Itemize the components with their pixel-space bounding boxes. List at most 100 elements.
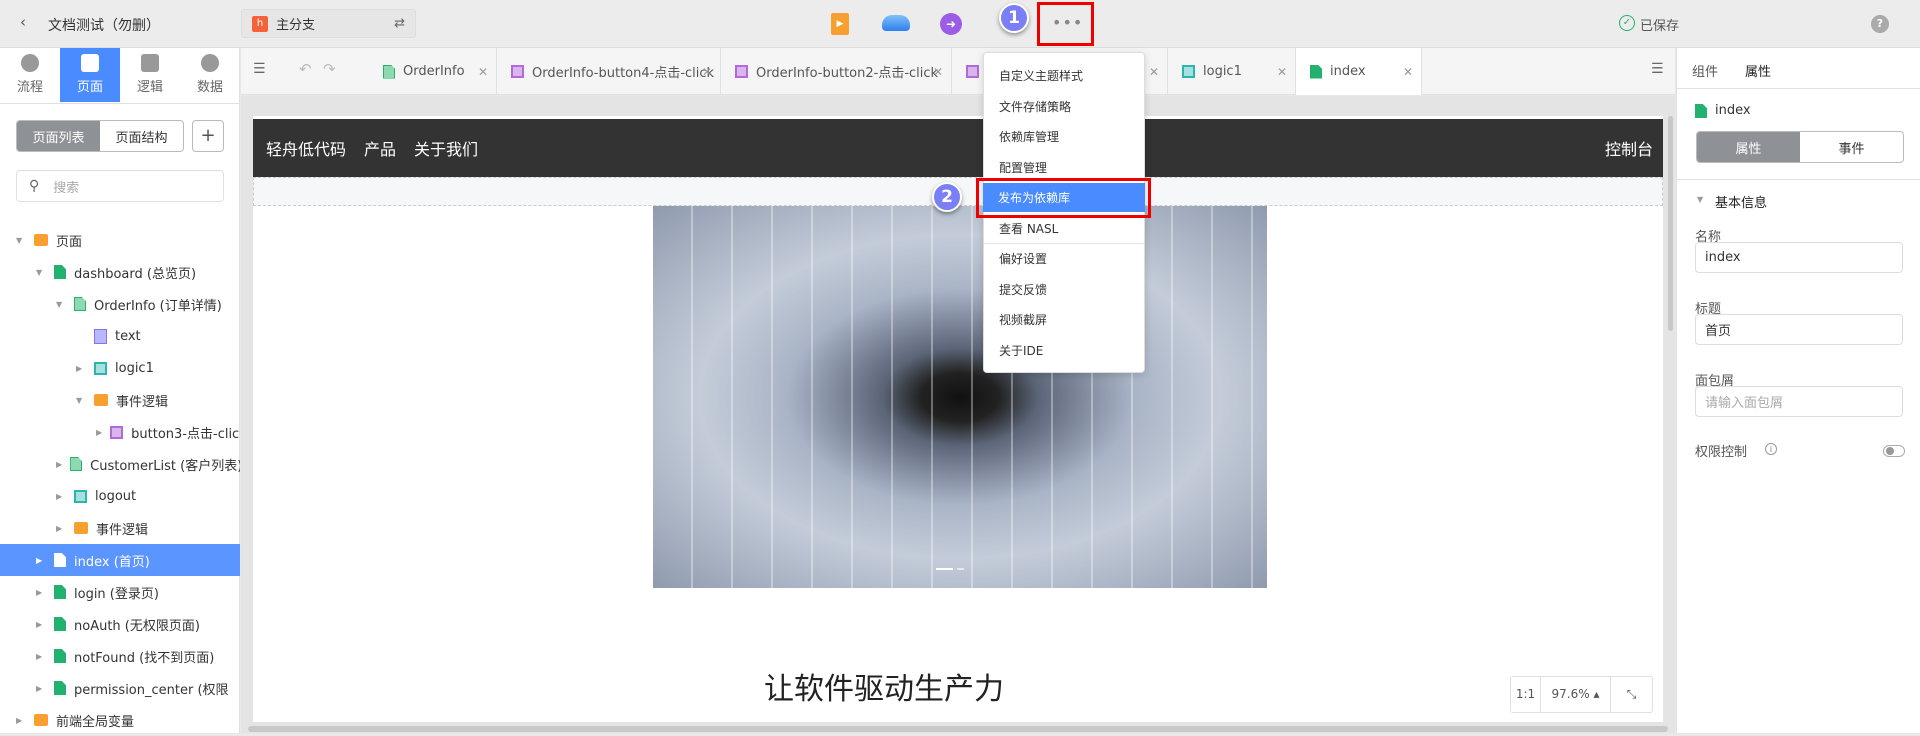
tab-label: logic1	[1203, 64, 1242, 79]
canvas-horizontal-scrollbar[interactable]	[248, 726, 1668, 732]
ellipsis-icon[interactable]: •••	[1052, 13, 1083, 32]
close-icon[interactable]: ✕	[702, 65, 712, 79]
menu-item[interactable]: 文件存储策略	[984, 92, 1144, 121]
tree-item-label: dashboard (总览页)	[74, 266, 197, 282]
collapse-right-panel-icon[interactable]: ☰	[1651, 61, 1664, 77]
tree-item-label: login (登录页)	[74, 586, 159, 602]
editor-tab[interactable]: logic1 ✕	[1168, 48, 1296, 95]
name-field[interactable]: index	[1695, 242, 1903, 273]
close-icon[interactable]: ✕	[478, 65, 488, 79]
close-icon[interactable]: ✕	[1149, 65, 1159, 79]
nav-console[interactable]: 控制台	[1605, 136, 1653, 160]
editor-tab[interactable]: OrderInfo-button4-点击-click ✕	[497, 48, 721, 95]
caret-right-icon[interactable]: ▶	[36, 620, 46, 629]
canvas-scrollbar[interactable]	[1668, 116, 1673, 331]
sidebar-tab-logic[interactable]: 逻辑	[120, 48, 180, 102]
nav-brand[interactable]: 轻舟低代码	[266, 136, 346, 160]
publish-icon[interactable]: ➜	[940, 13, 962, 35]
page-tree: ▼ 页面 ▼ dashboard (总览页) ▼ OrderInfo (订单详情) text…	[0, 224, 240, 733]
back-icon[interactable]: ‹	[20, 13, 26, 31]
segment-properties[interactable]: 属性	[1697, 132, 1800, 162]
tree-item[interactable]: ▼ OrderInfo (订单详情)	[0, 288, 240, 320]
tree-item[interactable]: ▼ 事件逻辑	[0, 384, 240, 416]
zoom-level-select[interactable]: 97.6% ▴	[1541, 677, 1611, 712]
branch-name: 主分支	[276, 18, 316, 33]
tree-item[interactable]: ▶ notFound (找不到页面)	[0, 640, 240, 672]
close-icon[interactable]: ✕	[1403, 65, 1413, 79]
caret-down-icon[interactable]: ▼	[76, 396, 86, 405]
close-icon[interactable]: ✕	[1277, 65, 1287, 79]
menu-item[interactable]: 视频截屏	[984, 305, 1144, 334]
segment-page-structure[interactable]: 页面结构	[100, 121, 183, 151]
caret-right-icon[interactable]: ▶	[36, 652, 46, 661]
cloud-deploy-icon[interactable]	[882, 15, 910, 31]
caret-down-icon[interactable]: ▼	[1697, 195, 1703, 204]
caret-right-icon[interactable]: ▶	[96, 428, 102, 437]
title-field[interactable]: 首页	[1695, 314, 1903, 345]
menu-item[interactable]: 关于IDE	[984, 336, 1144, 365]
tree-item[interactable]: ▶ index (首页)	[0, 544, 240, 576]
logic-icon	[94, 361, 107, 375]
search-input[interactable]: ⚲ 搜索	[16, 170, 224, 202]
tree-item[interactable]: ▶ permission_center (权限	[0, 672, 240, 704]
sidebar-tab-data[interactable]: 数据	[180, 48, 240, 102]
banner-carousel[interactable]	[653, 206, 1267, 588]
save-status: 已保存	[1640, 19, 1680, 34]
permission-toggle[interactable]	[1883, 445, 1905, 457]
editor-tab[interactable]: index ✕	[1296, 48, 1422, 95]
menu-item[interactable]: 依赖库管理	[984, 122, 1144, 151]
caret-right-icon[interactable]: ▶	[36, 684, 46, 693]
tree-item[interactable]: ▼ dashboard (总览页)	[0, 256, 240, 288]
tab-components[interactable]: 组件	[1692, 61, 1718, 80]
editor-tab[interactable]: OrderInfo ✕	[369, 48, 497, 95]
swap-icon[interactable]: ⇄	[394, 16, 405, 31]
tree-item[interactable]: ▶ 前端全局变量	[0, 704, 240, 736]
tree-item[interactable]: ▶ button3-点击-click	[0, 416, 240, 448]
tree-item[interactable]: ▼ 页面	[0, 224, 240, 256]
segment-events[interactable]: 事件	[1800, 132, 1903, 162]
sidebar-tab-process[interactable]: 流程	[0, 48, 60, 102]
menu-item[interactable]: 偏好设置	[984, 244, 1144, 273]
carousel-dot[interactable]	[957, 568, 964, 570]
tree-item[interactable]: ▶ logout	[0, 480, 240, 512]
tree-item[interactable]: ▶ noAuth (无权限页面)	[0, 608, 240, 640]
tree-item-label: logout	[95, 488, 137, 504]
event-logic-icon	[110, 425, 124, 439]
caret-right-icon[interactable]: ▶	[16, 716, 26, 725]
tree-item[interactable]: ▶ 事件逻辑	[0, 512, 240, 544]
editor-tab[interactable]: OrderInfo-button2-点击-click ✕	[721, 48, 952, 95]
question-icon[interactable]: ?	[1871, 15, 1889, 33]
branch-selector[interactable]: h 主分支 ⇄	[241, 9, 416, 38]
fit-screen-icon[interactable]: ⤡	[1611, 687, 1652, 702]
menu-item[interactable]: 提交反馈	[984, 275, 1144, 304]
tree-item[interactable]: ▶ logic1	[0, 352, 240, 384]
caret-down-icon[interactable]: ▼	[56, 300, 66, 309]
tree-item[interactable]: ▶ login (登录页)	[0, 576, 240, 608]
tree-item-label: OrderInfo (订单详情)	[94, 298, 222, 314]
nav-item-products[interactable]: 产品	[364, 136, 396, 160]
segment-page-list[interactable]: 页面列表	[17, 121, 100, 151]
add-page-button[interactable]: +	[192, 120, 224, 152]
nav-item-about[interactable]: 关于我们	[414, 136, 478, 160]
caret-right-icon[interactable]: ▶	[56, 524, 66, 533]
tree-item[interactable]: text	[0, 320, 240, 352]
preview-icon[interactable]: ▶	[831, 13, 849, 35]
caret-down-icon[interactable]: ▼	[16, 236, 26, 245]
close-icon[interactable]: ✕	[933, 65, 943, 79]
caret-right-icon[interactable]: ▶	[56, 460, 62, 469]
caret-right-icon[interactable]: ▶	[76, 364, 86, 373]
caret-right-icon[interactable]: ▶	[36, 556, 46, 565]
step-1-badge: 1	[999, 3, 1029, 33]
tree-item-label: 前端全局变量	[56, 714, 135, 730]
menu-item[interactable]: 自定义主题样式	[984, 61, 1144, 90]
carousel-dot-active[interactable]	[936, 568, 953, 570]
tree-item[interactable]: ▶ CustomerList (客户列表)	[0, 448, 240, 480]
breadcrumb-field[interactable]: 请输入面包屑	[1695, 386, 1903, 417]
caret-right-icon[interactable]: ▶	[36, 588, 46, 597]
zoom-reset-button[interactable]: 1:1	[1511, 677, 1541, 712]
caret-down-icon[interactable]: ▼	[36, 268, 46, 277]
caret-right-icon[interactable]: ▶	[56, 492, 66, 501]
info-icon[interactable]: i	[1765, 443, 1777, 455]
tab-properties[interactable]: 属性	[1745, 61, 1771, 80]
sidebar-tab-pages[interactable]: 页面	[60, 48, 120, 102]
